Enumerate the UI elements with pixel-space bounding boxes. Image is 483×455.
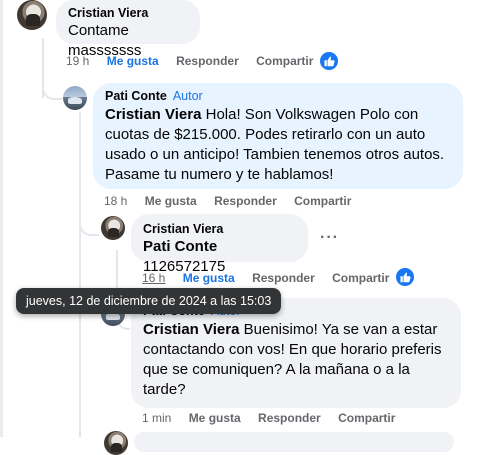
comment-body: Cristian Viera Hola! Son Volkswagen Polo…	[105, 105, 451, 185]
reply-button[interactable]: Responder	[252, 271, 315, 285]
like-button[interactable]: Me gusta	[189, 411, 241, 425]
comment-author[interactable]: Pati Conte	[105, 89, 167, 103]
thread-connector	[42, 70, 62, 100]
comment-bubble: Pati Conte Autor Cristian Viera Hola! Son…	[93, 83, 463, 189]
like-button[interactable]: Me gusta	[183, 271, 235, 285]
reply-button[interactable]: Responder	[214, 194, 277, 208]
comment-mention[interactable]: Cristian Viera	[105, 106, 201, 123]
like-button[interactable]: Me gusta	[107, 54, 159, 68]
comment-actions: 18 h Me gusta Responder Compartir	[104, 194, 365, 208]
more-options-icon[interactable]: ···	[320, 229, 339, 247]
comment-time[interactable]: 19 h	[66, 54, 89, 68]
timestamp-tooltip: jueves, 12 de diciembre de 2024 a las 15…	[16, 288, 282, 314]
comment-actions: 16 h Me gusta Responder Compartir	[142, 271, 403, 285]
like-button[interactable]: Me gusta	[145, 194, 197, 208]
reply-button[interactable]: Responder	[258, 411, 321, 425]
comment-bubble: Cristian Viera Pati Conte 1126572175	[131, 214, 308, 275]
like-reaction-icon[interactable]	[318, 50, 340, 72]
avatar[interactable]	[17, 0, 47, 30]
comment-author[interactable]: Cristian Viera	[143, 221, 296, 237]
avatar[interactable]	[101, 216, 125, 240]
comment-mention[interactable]: Cristian Viera	[143, 321, 239, 338]
comment-author-line: Pati Conte Autor	[105, 88, 451, 104]
comment-actions: 19 h Me gusta Responder Compartir	[66, 54, 327, 68]
comment-bubble: Pati ConteAutor Cristian Viera Buenisimo…	[131, 298, 461, 408]
comment-time[interactable]: 18 h	[104, 194, 127, 208]
thread-line	[79, 112, 81, 437]
avatar[interactable]	[104, 431, 128, 455]
comment-time[interactable]: 16 h	[142, 271, 165, 285]
share-button[interactable]: Compartir	[332, 271, 389, 285]
avatar[interactable]	[63, 86, 87, 110]
share-button[interactable]: Compartir	[256, 54, 313, 68]
comment-bubble	[134, 432, 454, 452]
share-button[interactable]: Compartir	[338, 411, 395, 425]
comment-time[interactable]: 1 min	[142, 411, 171, 425]
comment-bubble: Cristian Viera Contame masssssss	[56, 0, 200, 59]
left-edge-bar	[0, 0, 3, 437]
like-reaction-icon[interactable]	[394, 266, 416, 288]
comment-body: Cristian Viera Buenisimo! Ya se van a es…	[143, 320, 449, 400]
thread-connector	[79, 206, 99, 236]
comment-author[interactable]: Cristian Viera	[68, 5, 188, 21]
reply-button[interactable]: Responder	[176, 54, 239, 68]
share-button[interactable]: Compartir	[294, 194, 351, 208]
author-badge: Autor	[172, 89, 203, 103]
comment-actions: 1 min Me gusta Responder Compartir	[142, 411, 409, 425]
comment-mention[interactable]: Pati Conte	[143, 238, 217, 255]
